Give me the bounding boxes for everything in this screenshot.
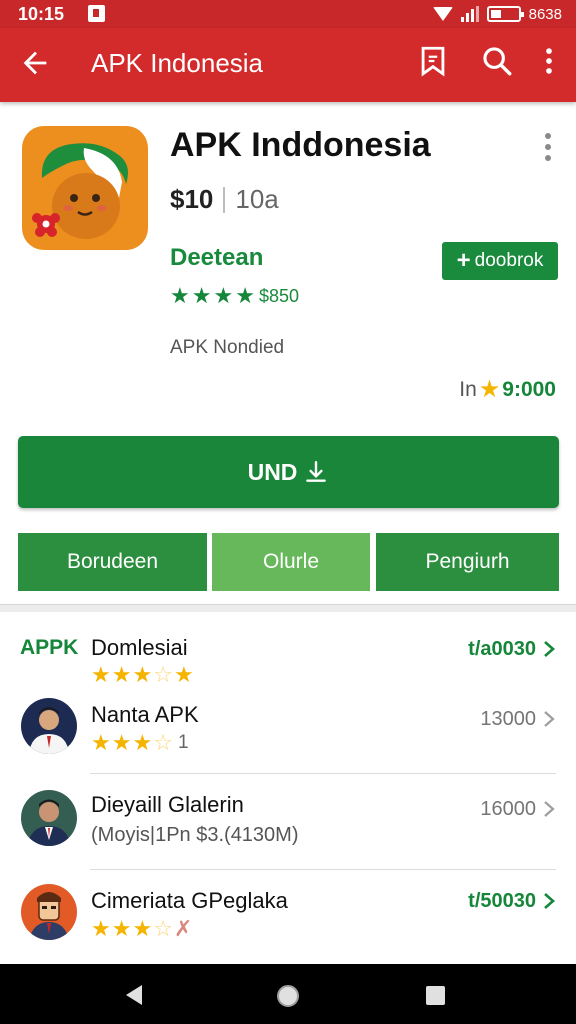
app-bar-title: APK Indonesia [91, 48, 264, 78]
nav-recents-icon[interactable] [426, 986, 445, 1005]
chevron-right-icon [544, 711, 555, 727]
list-item[interactable]: APPK Domlesiai ★ ★ ★ ☆ ★ t/a0030 [0, 622, 576, 688]
install-label: UND [247, 458, 298, 485]
star-icon: ★ [170, 283, 190, 308]
list-prefix: APPK [20, 636, 79, 659]
battery-text: 8638 [528, 5, 562, 23]
list-item-title: Dieyaill Glalerin [91, 792, 244, 817]
install-prefix: In [459, 377, 477, 401]
segment-button-3[interactable]: Pengiurh [376, 533, 559, 591]
rating-count: $850 [258, 285, 299, 306]
star-icon: ★ [191, 283, 212, 308]
status-bar: 10:15 8638 [0, 0, 576, 28]
star-icon: ☆ [153, 662, 173, 687]
list-item-value: t/a0030 [468, 638, 536, 660]
star-icon: ★ [132, 662, 153, 687]
star-rating: ★ ★ ★ ☆ ★ [91, 664, 194, 686]
segment-button-1[interactable]: Borudeen [18, 533, 207, 591]
list-item[interactable]: Nanta APK ★ ★ ★ ☆ 1 13000 [0, 690, 576, 774]
app-title: APK Inddonesia [170, 126, 431, 164]
back-arrow-icon[interactable] [18, 46, 52, 80]
rating-row: ★ ★ ★ ★ $850 [170, 285, 299, 307]
follow-label: doobrok [474, 250, 544, 271]
avatar [21, 698, 77, 754]
install-number: 9:000 [502, 377, 556, 401]
section-divider [0, 604, 576, 612]
star-icon: ★ [132, 916, 153, 941]
list-item[interactable]: Cimeriata GPeglaka ★ ★ ★ ☆ ✗ t/50030 [0, 870, 576, 964]
list-item-value: t/50030 [468, 890, 536, 912]
star-icon: ★ [91, 916, 111, 941]
status-time: 10:15 [18, 4, 65, 24]
star-icon: ★ [111, 730, 132, 755]
star-icon: ★ [111, 662, 132, 687]
follow-button[interactable]: + doobrok [442, 242, 558, 280]
star-rating: ★ ★ ★ ☆ ✗ [91, 918, 192, 940]
plus-icon: + [456, 247, 471, 274]
signal-icon [460, 6, 479, 22]
star-icon: ★ [478, 376, 501, 403]
price-divider [223, 186, 226, 213]
app-icon [22, 126, 148, 250]
price-row: $10 10a [170, 184, 279, 215]
install-count: In ★ 9:000 [459, 375, 556, 404]
rating-tail: 1 [177, 732, 189, 753]
star-icon: ★ [173, 662, 194, 687]
star-icon: ★ [91, 662, 111, 687]
wifi-icon [432, 7, 453, 21]
notification-icon [88, 5, 105, 22]
bookmark-icon[interactable] [416, 44, 450, 78]
segment-button-2[interactable]: Olurle [212, 533, 370, 591]
download-icon [306, 461, 327, 482]
list-item-subtitle: (Moyis|1Pn $3.(4130M) [91, 824, 299, 846]
nav-back-icon[interactable] [124, 984, 144, 1006]
star-icon: ★ [132, 730, 153, 755]
status-icons: 8638 [432, 3, 562, 25]
list-item[interactable]: Dieyaill Glalerin (Moyis|1Pn $3.(4130M) … [0, 774, 576, 870]
list-item-value: 13000 [480, 708, 536, 730]
search-icon[interactable] [480, 44, 514, 78]
star-icon: ☆ [153, 916, 173, 941]
star-icon: ★ [213, 283, 234, 308]
star-icon: ★ [235, 283, 255, 308]
app-size: 10a [235, 184, 279, 214]
chevron-right-icon [544, 801, 555, 817]
avatar [21, 790, 77, 846]
star-icon: ★ [111, 916, 132, 941]
list-item-title: Nanta APK [91, 702, 199, 727]
list-item-title: Domlesiai [91, 635, 188, 660]
install-button[interactable]: UND [18, 436, 559, 508]
battery-icon [486, 6, 524, 22]
star-rating: ★ ★ ★ ☆ 1 [91, 732, 189, 754]
developer-name[interactable]: Deetean [170, 244, 263, 272]
star-icon: ✗ [173, 916, 193, 941]
star-icon: ★ [91, 730, 111, 755]
app-overflow-icon[interactable] [540, 132, 556, 162]
app-price: $10 [170, 184, 214, 214]
chevron-right-icon [544, 893, 555, 909]
chevron-right-icon [544, 641, 555, 657]
app-bar: APK Indonesia [0, 28, 576, 102]
list-item-title: Cimeriata GPeglaka [91, 888, 288, 913]
app-subtitle: APK Nondied [170, 337, 285, 358]
list-item-value: 16000 [480, 798, 536, 820]
nav-home-icon[interactable] [277, 985, 299, 1007]
star-icon: ☆ [153, 730, 173, 755]
avatar [21, 884, 77, 940]
overflow-menu-icon[interactable] [532, 44, 566, 78]
